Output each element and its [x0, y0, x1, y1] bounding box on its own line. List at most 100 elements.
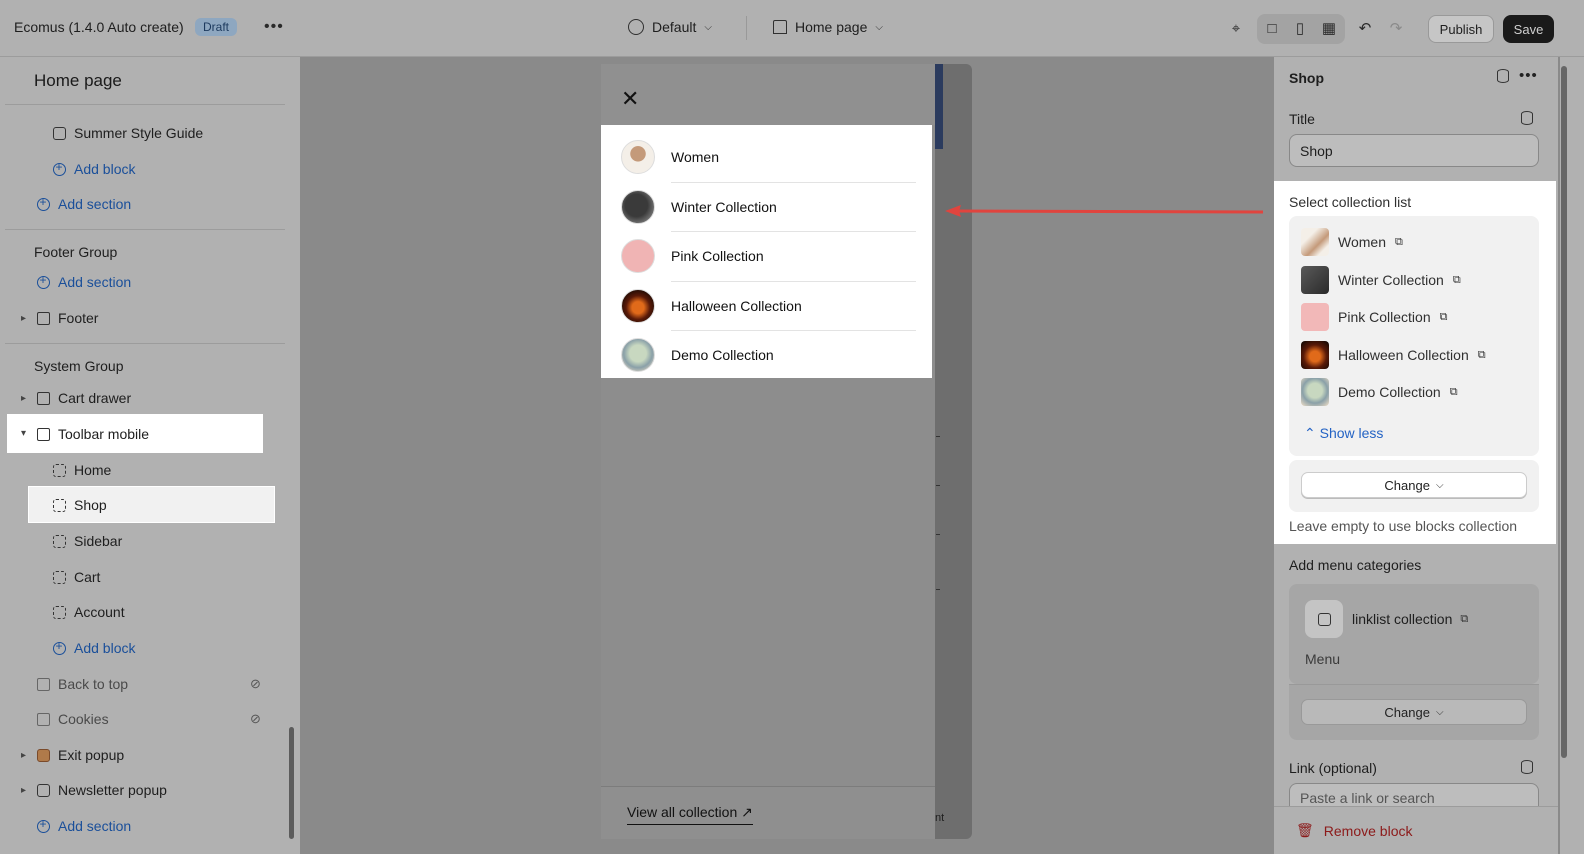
tree-item-cart[interactable]: Cart	[53, 569, 100, 585]
publish-button[interactable]: Publish	[1428, 15, 1494, 43]
tree-item-sidebar[interactable]: Sidebar	[53, 533, 122, 549]
add-section-button[interactable]: Add section	[37, 195, 132, 212]
selected-collection-demo[interactable]: Demo Collection ⧉	[1301, 378, 1458, 406]
menu-change-button[interactable]: Change ⌵	[1301, 699, 1527, 725]
close-icon[interactable]: ✕	[621, 88, 639, 110]
database-icon[interactable]	[1521, 111, 1533, 125]
menu-type-label: Menu	[1305, 651, 1341, 667]
collection-thumbnail	[1301, 378, 1329, 406]
app-title: Ecomus (1.4.0 Auto create)	[14, 19, 184, 35]
page-selector[interactable]: Home page ⌵	[773, 19, 883, 35]
chevron-right-icon[interactable]: ▸	[21, 393, 26, 404]
external-link-icon[interactable]: ⧉	[1453, 274, 1461, 287]
left-scrollbar[interactable]	[289, 727, 294, 839]
tree-item-shop[interactable]: Shop	[53, 497, 107, 513]
tree-item-back-to-top[interactable]: Back to top	[37, 676, 128, 692]
show-less-label: Show less	[1319, 425, 1384, 441]
section-icon	[37, 677, 50, 691]
plus-circle-icon	[53, 160, 66, 176]
add-block-button[interactable]: Add block	[53, 639, 135, 656]
collection-item-winter[interactable]: Winter Collection	[601, 182, 932, 231]
divider	[936, 534, 940, 535]
add-section-button[interactable]: Add section	[37, 817, 131, 834]
tree-item-cookies[interactable]: Cookies	[37, 711, 109, 727]
chevron-down-icon[interactable]: ▾	[21, 428, 26, 439]
drawer-header: ✕	[601, 64, 935, 125]
trash-icon: 🗑	[1296, 822, 1314, 838]
collection-item-pink[interactable]: Pink Collection	[601, 231, 932, 280]
database-icon[interactable]	[1521, 760, 1533, 774]
divider	[5, 104, 285, 105]
selected-collection-halloween[interactable]: Halloween Collection ⧉	[1301, 341, 1486, 369]
arrow-up-right-icon: ↗	[741, 804, 753, 820]
selected-collection-women[interactable]: Women ⧉	[1301, 228, 1403, 256]
collection-item-demo[interactable]: Demo Collection	[601, 330, 932, 379]
database-icon[interactable]	[1497, 69, 1509, 83]
divider	[936, 485, 940, 486]
desktop-icon[interactable]: □	[1262, 18, 1282, 38]
external-link-icon[interactable]: ⧉	[1440, 311, 1448, 324]
tree-item-cart-drawer[interactable]: Cart drawer	[37, 390, 131, 406]
remove-block-button[interactable]: 🗑 Remove block	[1296, 822, 1412, 839]
eye-off-icon[interactable]: ⊘	[250, 711, 261, 727]
tree-item-label: Cart drawer	[58, 390, 132, 406]
mobile-icon[interactable]: ▯	[1290, 18, 1310, 38]
tree-item-summer-style-guide[interactable]: Summer Style Guide	[53, 125, 203, 141]
section-icon	[37, 427, 50, 441]
more-icon[interactable]: •••	[1519, 67, 1538, 84]
tree-item-label: Account	[74, 604, 125, 620]
view-all-collection-link[interactable]: View all collection ↗	[627, 804, 753, 825]
selected-collection-winter[interactable]: Winter Collection ⧉	[1301, 266, 1461, 294]
link-input[interactable]: Paste a link or search	[1289, 783, 1539, 806]
chevron-right-icon[interactable]: ▸	[21, 750, 26, 761]
external-link-icon[interactable]: ⧉	[1395, 236, 1403, 249]
save-button[interactable]: Save	[1503, 15, 1554, 43]
chevron-down-icon: ⌵	[1435, 479, 1444, 491]
external-link-icon[interactable]: ⧉	[1450, 386, 1458, 399]
collection-thumbnail	[621, 288, 655, 323]
tree-item-exit-popup[interactable]: Exit popup	[37, 747, 124, 763]
tree-item-account[interactable]: Account	[53, 604, 125, 620]
tree-item-home[interactable]: Home	[53, 462, 111, 478]
chevron-right-icon[interactable]: ▸	[21, 313, 26, 324]
add-section-button[interactable]: Add section	[37, 273, 131, 290]
chevron-down-icon: ⌵	[704, 21, 712, 33]
undo-icon[interactable]: ↶	[1355, 18, 1375, 38]
collection-name: Demo Collection	[1338, 384, 1441, 400]
external-link-icon[interactable]: ⧉	[1478, 349, 1486, 362]
tree-item-toolbar-mobile[interactable]: Toolbar mobile	[37, 426, 149, 442]
collection-thumbnail	[621, 238, 655, 273]
inspector-icon[interactable]: ⌖	[1226, 18, 1246, 38]
add-block-button[interactable]: Add block	[53, 160, 135, 177]
fullwidth-icon[interactable]: ▦	[1319, 18, 1339, 38]
left-sidebar: Home page Summer Style Guide Add block A…	[0, 57, 300, 854]
show-less-toggle[interactable]: ⌃ Show less	[1304, 425, 1383, 442]
add-section-label: Add section	[58, 196, 132, 212]
collection-item-women[interactable]: Women	[601, 132, 932, 181]
tree-item-newsletter-popup[interactable]: Newsletter popup	[37, 782, 167, 798]
collection-thumbnail	[1301, 341, 1329, 369]
annotation-arrow-head	[945, 205, 961, 217]
tree-item-footer[interactable]: Footer	[37, 310, 98, 326]
title-input[interactable]: Shop	[1289, 134, 1539, 167]
selected-collection-pink[interactable]: Pink Collection ⧉	[1301, 303, 1447, 331]
external-link-icon: ⧉	[1460, 612, 1469, 625]
change-collection-button[interactable]: Change ⌵	[1301, 472, 1527, 498]
change-label: Change	[1384, 704, 1430, 720]
block-icon	[53, 605, 66, 619]
chevron-right-icon[interactable]: ▸	[21, 785, 26, 796]
banner-strip	[935, 64, 943, 149]
select-collection-label: Select collection list	[1289, 194, 1412, 210]
status-badge: Draft	[195, 18, 238, 36]
group-title-system: System Group	[34, 358, 124, 374]
tree-item-label: Shop	[74, 497, 107, 513]
right-scrollbar[interactable]	[1561, 66, 1567, 758]
eye-off-icon[interactable]: ⊘	[250, 676, 261, 692]
theme-selector[interactable]: Default ⌵	[628, 19, 712, 35]
menu-link[interactable]: linklist collection ⧉	[1352, 611, 1468, 627]
page-title: Home page	[34, 71, 122, 90]
group-title-footer: Footer Group	[34, 244, 118, 260]
collection-item-halloween[interactable]: Halloween Collection	[601, 281, 932, 330]
more-icon[interactable]: •••	[264, 18, 284, 36]
redo-icon[interactable]: ↷	[1386, 18, 1406, 38]
